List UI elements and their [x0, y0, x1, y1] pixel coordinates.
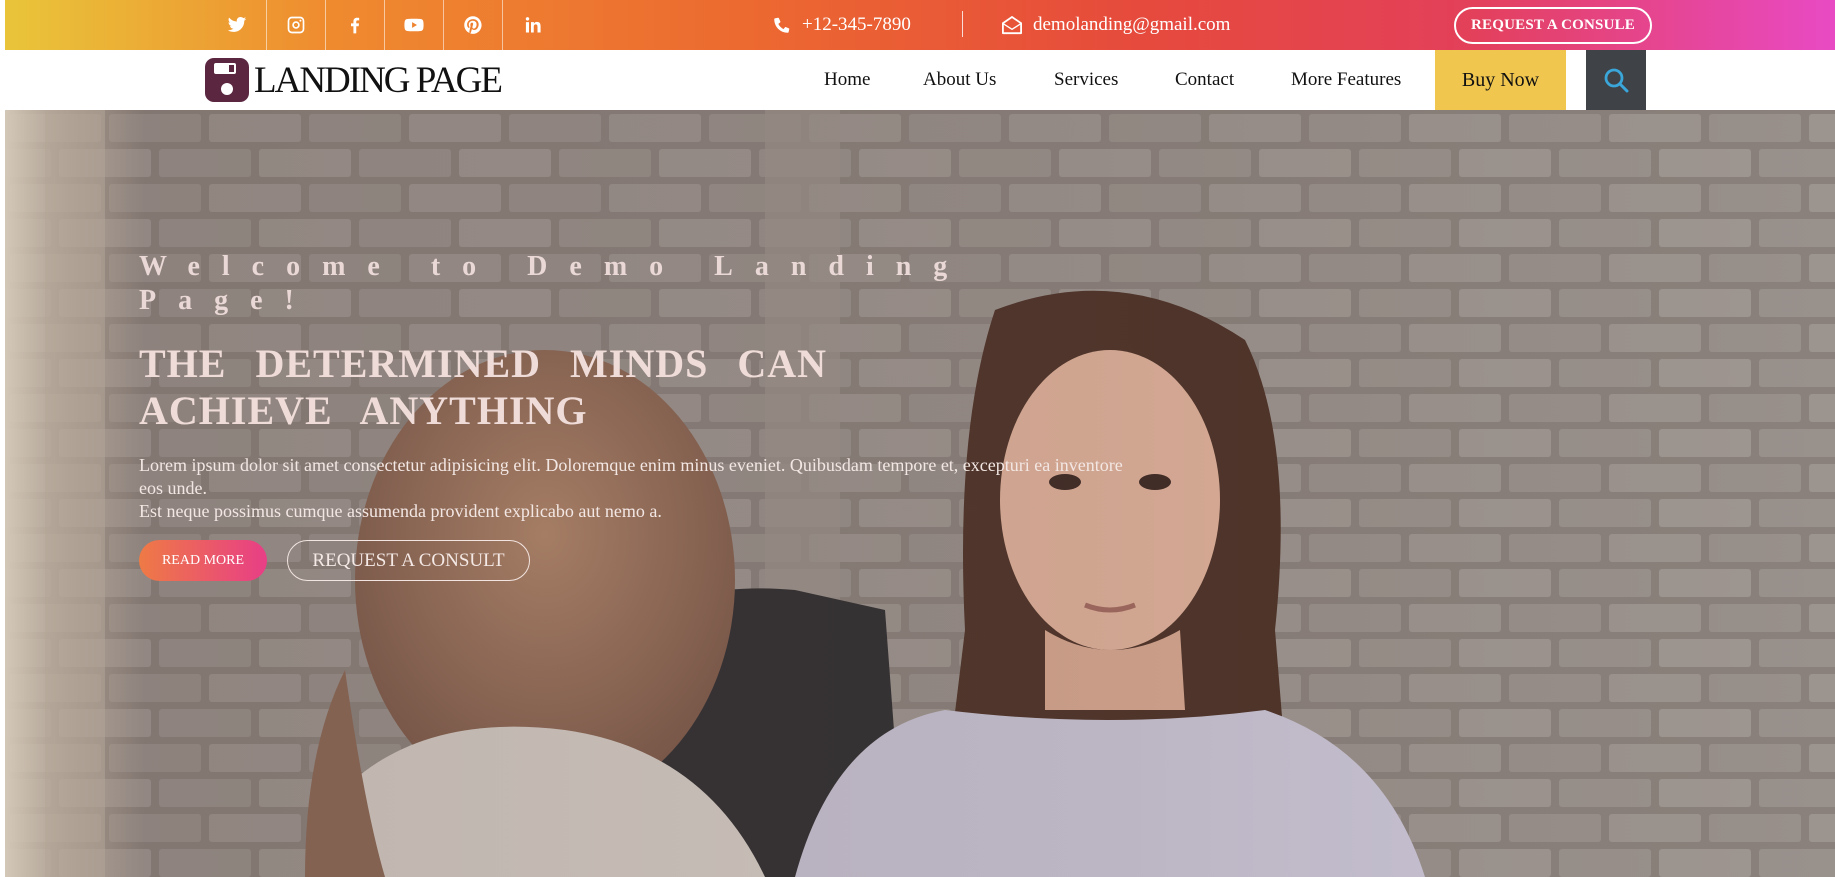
hero-description-line-2: Est neque possimus cumque assumenda prov…	[139, 501, 662, 521]
hero-description-line-1: Lorem ipsum dolor sit amet consectetur a…	[139, 455, 1123, 498]
phone-contact[interactable]: +12-345-7890	[772, 0, 911, 50]
top-bar: +12-345-7890 demolanding@gmail.com REQUE…	[5, 0, 1835, 50]
nav-services[interactable]: Services	[1054, 50, 1118, 110]
hero-section: Welcome to Demo Landing Page! THE DETERM…	[5, 110, 1835, 877]
request-consult-top-button[interactable]: REQUEST A CONSULE	[1454, 7, 1652, 44]
phone-icon	[774, 17, 790, 33]
nav-home[interactable]: Home	[824, 50, 870, 110]
nav-about-us[interactable]: About Us	[923, 50, 996, 110]
buy-now-button[interactable]: Buy Now	[1435, 50, 1566, 110]
hero-buttons: READ MORE REQUEST A CONSULT	[139, 540, 530, 581]
twitter-icon[interactable]	[208, 0, 267, 50]
youtube-icon[interactable]	[385, 0, 444, 50]
phone-number: +12-345-7890	[802, 14, 911, 35]
main-navbar: LANDING PAGE Home About Us Services Cont…	[5, 50, 1835, 110]
divider	[962, 11, 963, 37]
hero-description: Lorem ipsum dolor sit amet consectetur a…	[139, 454, 1159, 523]
logo-text: LANDING PAGE	[254, 59, 503, 101]
hero-headline: THE DETERMINED MINDS CAN ACHIEVE ANYTHIN…	[139, 341, 828, 433]
search-button[interactable]	[1586, 50, 1646, 110]
read-more-button[interactable]: READ MORE	[139, 540, 267, 581]
email-address: demolanding@gmail.com	[1033, 14, 1231, 35]
facebook-icon[interactable]	[326, 0, 385, 50]
request-consult-button[interactable]: REQUEST A CONSULT	[287, 540, 530, 581]
hero-welcome: Welcome to Demo Landing Page!	[139, 251, 970, 316]
nav-more-features[interactable]: More Features	[1291, 50, 1401, 110]
envelope-open-icon	[1002, 15, 1022, 35]
pinterest-icon[interactable]	[444, 0, 503, 50]
nav-contact[interactable]: Contact	[1175, 50, 1234, 110]
hero-text-block: Welcome to Demo Landing Page! THE DETERM…	[139, 250, 1123, 523]
social-links	[208, 0, 562, 50]
floppy-disk-icon	[205, 58, 249, 102]
instagram-icon[interactable]	[267, 0, 326, 50]
site-logo[interactable]: LANDING PAGE	[204, 57, 503, 103]
linkedin-icon[interactable]	[503, 0, 562, 50]
search-icon	[1604, 68, 1629, 93]
email-contact[interactable]: demolanding@gmail.com	[1001, 0, 1230, 50]
